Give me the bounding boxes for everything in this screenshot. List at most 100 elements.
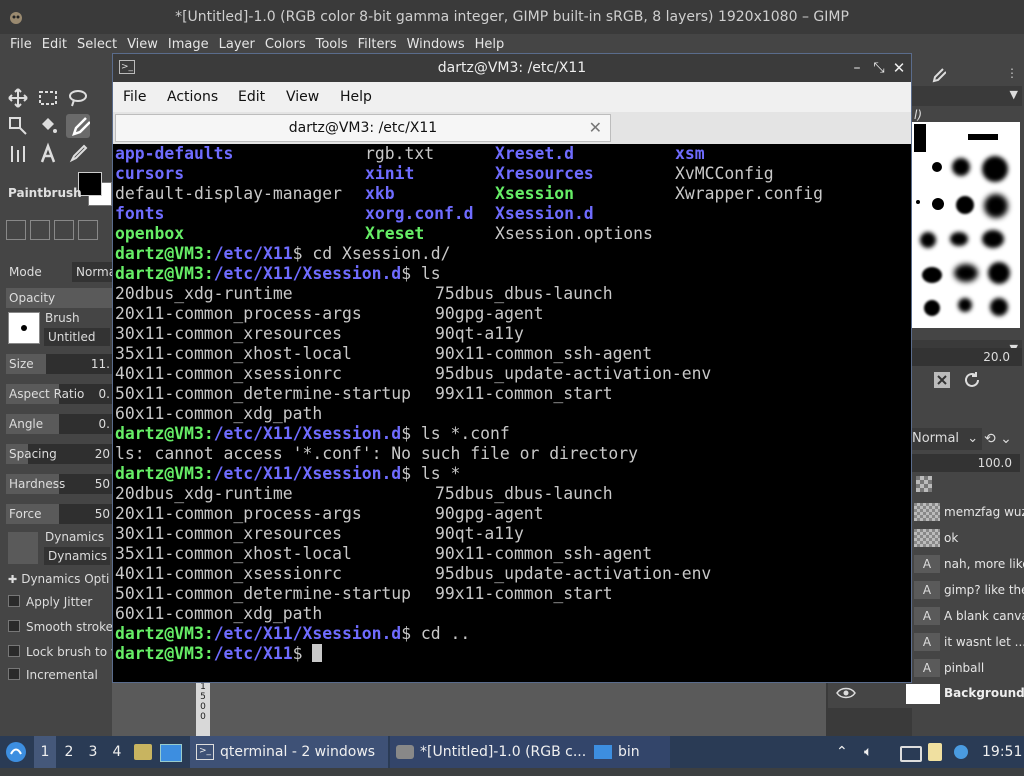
gimp-menu-edit[interactable]: Edit xyxy=(42,34,67,56)
layer-row[interactable]: ok xyxy=(912,526,1024,550)
tab-close-icon[interactable]: ✕ xyxy=(589,118,602,137)
task-gimp[interactable]: *[Untitled]-1.0 (RGB c... xyxy=(390,736,594,768)
background-layer-row[interactable]: Background xyxy=(828,680,1024,708)
workspace-2[interactable]: 2 xyxy=(58,736,80,768)
transform-tool-icon[interactable] xyxy=(6,114,30,138)
layer-mode-reset-icon[interactable]: ⟲ ⌄ xyxy=(984,428,1020,450)
terminal-menu-edit[interactable]: Edit xyxy=(238,89,265,105)
image-canvas[interactable] xyxy=(112,680,826,736)
lock-alpha-icon[interactable] xyxy=(916,476,932,492)
paintbrush-tool-icon[interactable] xyxy=(66,114,91,138)
layer-opacity-field[interactable]: 100.0 xyxy=(910,454,1020,472)
smooth-stroke-checkbox[interactable]: Smooth stroke xyxy=(8,620,113,634)
volume-icon[interactable]: 🔈︎ xyxy=(864,736,884,768)
file-entry: 99x11-common_start xyxy=(435,584,613,603)
spacing-slider[interactable]: Spacing 20 xyxy=(6,444,112,464)
close-icon[interactable]: ✕ xyxy=(889,54,909,82)
angle-slider[interactable]: Angle 0. xyxy=(6,414,112,434)
layer-row[interactable]: A A blank canva xyxy=(912,604,1024,628)
gimp-menu-file[interactable]: File xyxy=(10,34,32,56)
layer-name: ok xyxy=(944,531,959,545)
move-tool-icon[interactable] xyxy=(6,86,30,110)
aspect-ratio-slider[interactable]: Aspect Ratio 0. xyxy=(6,384,112,404)
clipboard-icon[interactable] xyxy=(928,736,950,768)
file-entry: rgb.txt xyxy=(365,144,435,163)
dynamics-field[interactable]: Dynamics xyxy=(44,547,110,565)
workspace-1[interactable]: 1 xyxy=(34,736,56,768)
workspace-3[interactable]: 3 xyxy=(82,736,104,768)
file-manager-launcher-icon[interactable] xyxy=(134,736,156,768)
task-gimp-label: *[Untitled]-1.0 (RGB c... xyxy=(420,744,587,760)
file-entry: 20dbus_xdg-runtime xyxy=(115,484,293,503)
delete-brush-icon[interactable] xyxy=(932,370,952,390)
layer-row[interactable]: Apinball xyxy=(912,656,1024,680)
device-status-tab-icon[interactable] xyxy=(30,220,50,240)
clone-tool-icon[interactable] xyxy=(6,142,30,166)
images-tab-icon[interactable] xyxy=(78,220,98,240)
brush-grid[interactable] xyxy=(912,122,1020,328)
brush-name-field[interactable]: Untitled xyxy=(44,328,110,346)
terminal-menu-view[interactable]: View xyxy=(286,89,319,105)
incremental-checkbox[interactable]: Incremental xyxy=(8,668,98,682)
directory-entry: xkb xyxy=(365,184,395,203)
lasso-tool-icon[interactable] xyxy=(66,86,90,110)
directory-entry: Xsession.d xyxy=(495,204,594,223)
brush-selector[interactable]: ▼ xyxy=(912,86,1022,106)
chevron-up-icon[interactable]: ⌃ xyxy=(836,736,856,768)
prompt-separator: : xyxy=(203,644,214,663)
bucket-fill-tool-icon[interactable] xyxy=(36,114,60,138)
show-desktop-icon[interactable] xyxy=(160,736,184,768)
file-entry: 75dbus_dbus-launch xyxy=(435,284,613,303)
terminal-menu-file[interactable]: File xyxy=(123,89,146,105)
layer-row[interactable]: memzfag wuz xyxy=(912,500,1024,524)
terminal-output[interactable]: app-defaults rgb.txt Xreset.d xsm cursors xin… xyxy=(113,144,911,682)
layer-row[interactable]: Agimp? like the xyxy=(912,578,1024,602)
lock-brush-checkbox[interactable]: Lock brush to v xyxy=(8,645,118,659)
gimp-titlebar[interactable]: *[Untitled]-1.0 (RGB color 8-bit gamma i… xyxy=(0,0,1024,34)
file-entry: 90qt-a11y xyxy=(435,524,524,543)
error-output-line: ls: cannot access '*.conf': No such file… xyxy=(115,444,639,463)
eye-icon[interactable] xyxy=(836,686,856,704)
terminal-menu-actions[interactable]: Actions xyxy=(167,89,218,105)
opacity-slider[interactable]: Opacity xyxy=(6,288,112,308)
paintbrush-dock-icon[interactable] xyxy=(928,66,947,84)
file-entry: 20dbus_xdg-runtime xyxy=(115,284,293,303)
maximize-icon[interactable]: ⤡ xyxy=(869,54,889,82)
text-tool-icon[interactable] xyxy=(36,142,60,166)
task-qterminal[interactable]: >_ qterminal - 2 windows xyxy=(190,736,388,768)
refresh-brushes-icon[interactable] xyxy=(962,370,982,390)
rect-select-tool-icon[interactable] xyxy=(36,86,60,110)
size-slider[interactable]: Size 11. xyxy=(6,354,112,374)
prompt-user: dartz@VM3 xyxy=(115,244,204,263)
terminal-menu-help[interactable]: Help xyxy=(340,89,372,105)
file-entry: 35x11-common_xhost-local xyxy=(115,344,352,363)
layer-mode-select[interactable]: Normal ⌄ xyxy=(910,428,982,450)
notification-icon[interactable] xyxy=(954,736,974,768)
dynamics-options-expander[interactable]: ✚ Dynamics Opti xyxy=(8,572,109,586)
task-bin[interactable]: bin xyxy=(588,736,670,768)
dock-grip-icon[interactable]: ⋮ xyxy=(1006,66,1018,80)
shell-prompt-line: dartz@VM3:/etc/X11$ cd Xsession.d/ xyxy=(115,244,451,264)
brush-spacing-field[interactable]: 20.0 xyxy=(912,348,1022,366)
workspace-4[interactable]: 4 xyxy=(106,736,128,768)
mode-row[interactable]: Mode Normal xyxy=(6,262,124,282)
brush-preview[interactable] xyxy=(8,312,40,344)
terminal-titlebar[interactable]: >_ dartz@VM3: /etc/X11 – ⤡ ✕ xyxy=(113,54,911,82)
minimize-icon[interactable]: – xyxy=(847,54,867,82)
dynamics-icon[interactable] xyxy=(8,532,38,564)
color-picker-tool-icon[interactable] xyxy=(66,142,90,166)
undo-history-tab-icon[interactable] xyxy=(54,220,74,240)
force-slider[interactable]: Force 50 xyxy=(6,504,112,524)
hardness-slider[interactable]: Hardness 50 xyxy=(6,474,112,494)
layer-row[interactable]: Ait wasnt let ... xyxy=(912,630,1024,654)
network-icon[interactable] xyxy=(900,736,922,768)
clock[interactable]: 19:51 xyxy=(982,736,1022,768)
terminal-window[interactable]: >_ dartz@VM3: /etc/X11 – ⤡ ✕ File Action… xyxy=(112,53,912,683)
tool-options-tab-icon[interactable] xyxy=(6,220,26,240)
layer-row[interactable]: Anah, more like xyxy=(912,552,1024,576)
terminal-tab[interactable]: dartz@VM3: /etc/X11 ✕ xyxy=(115,114,611,142)
apply-jitter-checkbox[interactable]: Apply Jitter xyxy=(8,595,92,609)
directory-entry: xinit xyxy=(365,164,415,183)
task-bin-label: bin xyxy=(618,744,640,760)
app-menu-icon[interactable] xyxy=(4,736,32,768)
